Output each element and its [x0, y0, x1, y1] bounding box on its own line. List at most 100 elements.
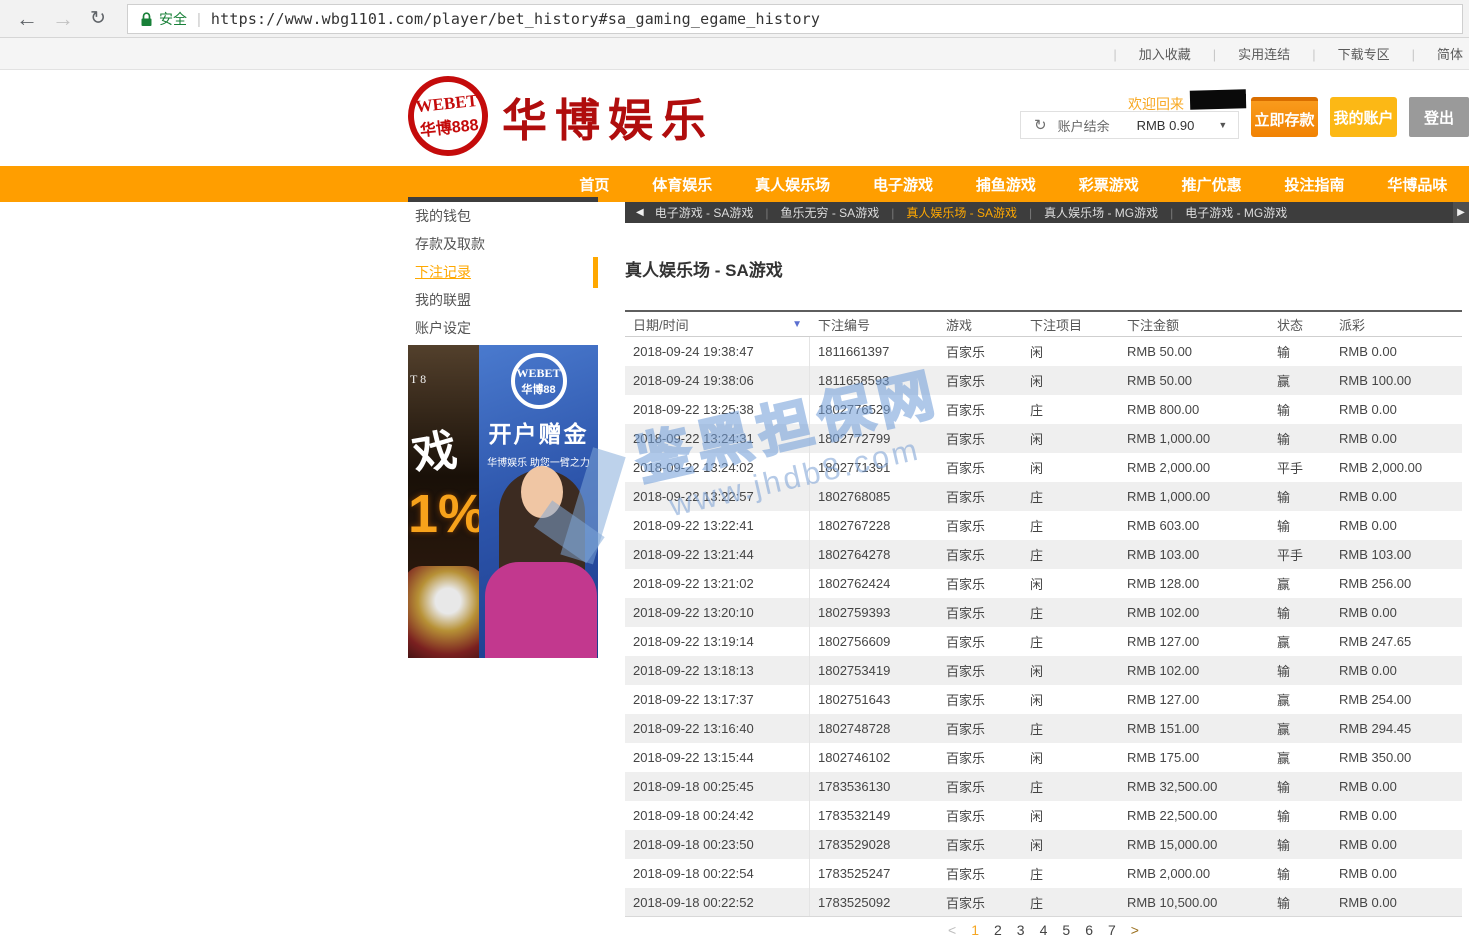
cell-bet-item: 闲 — [1022, 661, 1119, 680]
pagination-page-label: 5 — [1062, 922, 1070, 938]
history-tab[interactable]: 电子游戏 - MG游戏 — [1158, 204, 1287, 221]
pagination-prev[interactable]: < — [948, 922, 956, 938]
header-payout: 派彩 — [1331, 315, 1462, 334]
browser-forward-icon[interactable]: → — [52, 4, 74, 34]
deposit-button[interactable]: 立即存款 — [1251, 97, 1318, 137]
site-header: WEBET 华博888 华博娱乐 欢迎回来 ↻ 账户结余 RMB 0.90 ▼ … — [0, 70, 1469, 166]
utility-link[interactable]: 下载专区 — [1290, 44, 1389, 63]
history-tab[interactable]: 鱼乐无穷 - SA游戏 — [753, 204, 879, 221]
cell-status: 赢 — [1269, 719, 1331, 738]
nav-item[interactable]: 华博品味 — [1387, 174, 1447, 195]
banner1-edge-text: T 8 — [410, 373, 426, 386]
cell-date: 2018-09-22 13:17:37 — [625, 685, 810, 714]
cell-status: 输 — [1269, 487, 1331, 506]
history-tab[interactable]: 真人娱乐场 - SA游戏 — [879, 204, 1017, 221]
utility-link[interactable]: 加入收藏 — [1091, 44, 1190, 63]
promo-banners[interactable]: T 8 戏 1% WEBET 华博88 开户赠金 华博娱乐 助您一臂之力 — [408, 345, 598, 658]
nav-item[interactable]: 首页 — [579, 174, 609, 195]
browser-refresh-icon[interactable]: ↻ — [90, 4, 106, 34]
browser-back-icon[interactable]: ← — [16, 4, 38, 34]
utility-link[interactable]: 实用连结 — [1191, 44, 1290, 63]
cell-status: 输 — [1269, 342, 1331, 361]
cell-bet-number: 1802753419 — [810, 663, 938, 678]
url-text[interactable]: https://www.wbg1101.com/player/bet_histo… — [211, 10, 820, 28]
cell-payout: RMB 0.00 — [1331, 605, 1462, 620]
refresh-balance-icon[interactable]: ↻ — [1034, 116, 1047, 134]
nav-item[interactable]: 电子游戏 — [873, 174, 933, 195]
header-game: 游戏 — [938, 315, 1022, 334]
cell-status: 输 — [1269, 661, 1331, 680]
nav-item[interactable]: 彩票游戏 — [1079, 174, 1139, 195]
address-separator: | — [197, 11, 201, 28]
history-tab[interactable]: 电子游戏 - SA游戏 — [655, 204, 754, 221]
cell-status: 输 — [1269, 400, 1331, 419]
pagination-next[interactable]: > — [1131, 922, 1139, 938]
sidebar-item[interactable]: 账户设定 — [408, 314, 598, 342]
cell-game: 百家乐 — [938, 777, 1022, 796]
logo-circle: WEBET 华博888 — [404, 72, 492, 160]
address-bar[interactable]: 安全 | https://www.wbg1101.com/player/bet_… — [127, 4, 1463, 34]
cell-bet-number: 1783525247 — [810, 866, 938, 881]
cell-payout: RMB 254.00 — [1331, 692, 1462, 707]
cell-date: 2018-09-18 00:24:42 — [625, 801, 810, 830]
utility-link[interactable]: 简体 — [1390, 44, 1463, 63]
tabs-scroll-left-icon[interactable]: ◀ — [636, 207, 644, 218]
table-row: 2018-09-18 00:25:45 1783536130 百家乐 庄 RMB… — [625, 772, 1462, 801]
cell-bet-number: 1802756609 — [810, 634, 938, 649]
banner2-logo: WEBET 华博88 — [511, 353, 567, 409]
cell-bet-amount: RMB 15,000.00 — [1119, 837, 1269, 852]
pagination-page[interactable]: 6 — [1085, 922, 1093, 938]
cell-bet-number: 1783525092 — [810, 895, 938, 910]
sidebar-item[interactable]: 我的联盟 — [408, 286, 598, 314]
table-row: 2018-09-22 13:21:02 1802762424 百家乐 闲 RMB… — [625, 569, 1462, 598]
security-label: 安全 — [159, 9, 187, 29]
my-account-button[interactable]: 我的账户 — [1330, 97, 1397, 137]
cell-bet-number: 1802776529 — [810, 402, 938, 417]
cell-date: 2018-09-22 13:16:40 — [625, 714, 810, 743]
cell-bet-amount: RMB 2,000.00 — [1119, 866, 1269, 881]
cell-bet-number: 1802768085 — [810, 489, 938, 504]
cell-bet-amount: RMB 22,500.00 — [1119, 808, 1269, 823]
sidebar-item[interactable]: 下注记录 — [408, 258, 598, 286]
pagination-page-label: 4 — [1040, 922, 1048, 938]
cell-payout: RMB 0.00 — [1331, 518, 1462, 533]
sort-icon[interactable]: ▼ — [792, 319, 802, 330]
nav-item[interactable]: 体育娱乐 — [652, 174, 712, 195]
sidebar-item[interactable]: 我的钱包 — [408, 202, 598, 230]
nav-item[interactable]: 推广优惠 — [1182, 174, 1242, 195]
table-row: 2018-09-22 13:25:38 1802776529 百家乐 庄 RMB… — [625, 395, 1462, 424]
history-tab[interactable]: 真人娱乐场 - MG游戏 — [1017, 204, 1158, 221]
banner2-model-body — [485, 562, 597, 658]
cell-bet-number: 1802746102 — [810, 750, 938, 765]
pagination-page[interactable]: 1 — [971, 922, 979, 938]
nav-item[interactable]: 投注指南 — [1285, 174, 1345, 195]
table-row: 2018-09-22 13:22:57 1802768085 百家乐 庄 RMB… — [625, 482, 1462, 511]
pagination-page[interactable]: 5 — [1062, 922, 1070, 938]
cell-bet-number: 1811658593 — [810, 373, 938, 388]
cell-payout: RMB 0.00 — [1331, 489, 1462, 504]
pagination-page[interactable]: 3 — [1017, 922, 1025, 938]
nav-item[interactable]: 捕鱼游戏 — [976, 174, 1036, 195]
sidebar-item[interactable]: 存款及取款 — [408, 230, 598, 258]
logout-button[interactable]: 登出 — [1409, 97, 1469, 137]
promo-banner-slide2[interactable]: WEBET 华博88 开户赠金 华博娱乐 助您一臂之力 — [479, 345, 598, 658]
header-bet-amount: 下注金额 — [1119, 315, 1269, 334]
browser-toolbar: ← → ↻ 安全 | https://www.wbg1101.com/playe… — [0, 0, 1469, 38]
tabs-scroll-right-icon[interactable]: ▶ — [1453, 202, 1469, 223]
pagination-page[interactable]: 2 — [994, 922, 1002, 938]
table-row: 2018-09-22 13:18:13 1802753419 百家乐 闲 RMB… — [625, 656, 1462, 685]
site-logo[interactable]: WEBET 华博888 华博娱乐 — [408, 76, 714, 156]
nav-item[interactable]: 真人娱乐场 — [755, 174, 830, 195]
table-row: 2018-09-22 13:22:41 1802767228 百家乐 庄 RMB… — [625, 511, 1462, 540]
pagination-page[interactable]: 4 — [1040, 922, 1048, 938]
cell-date: 2018-09-22 13:18:13 — [625, 656, 810, 685]
promo-banner-slide1[interactable]: T 8 戏 1% — [408, 345, 479, 658]
pagination-page[interactable]: 7 — [1108, 922, 1116, 938]
cell-date: 2018-09-18 00:22:54 — [625, 859, 810, 888]
balance-label: 账户结余 — [1058, 116, 1110, 135]
cell-bet-amount: RMB 175.00 — [1119, 750, 1269, 765]
balance-dropdown-icon[interactable]: ▼ — [1218, 120, 1227, 130]
cell-bet-item: 闲 — [1022, 835, 1119, 854]
header-date[interactable]: 日期/时间 ▼ — [625, 315, 810, 334]
cell-bet-item: 庄 — [1022, 603, 1119, 622]
